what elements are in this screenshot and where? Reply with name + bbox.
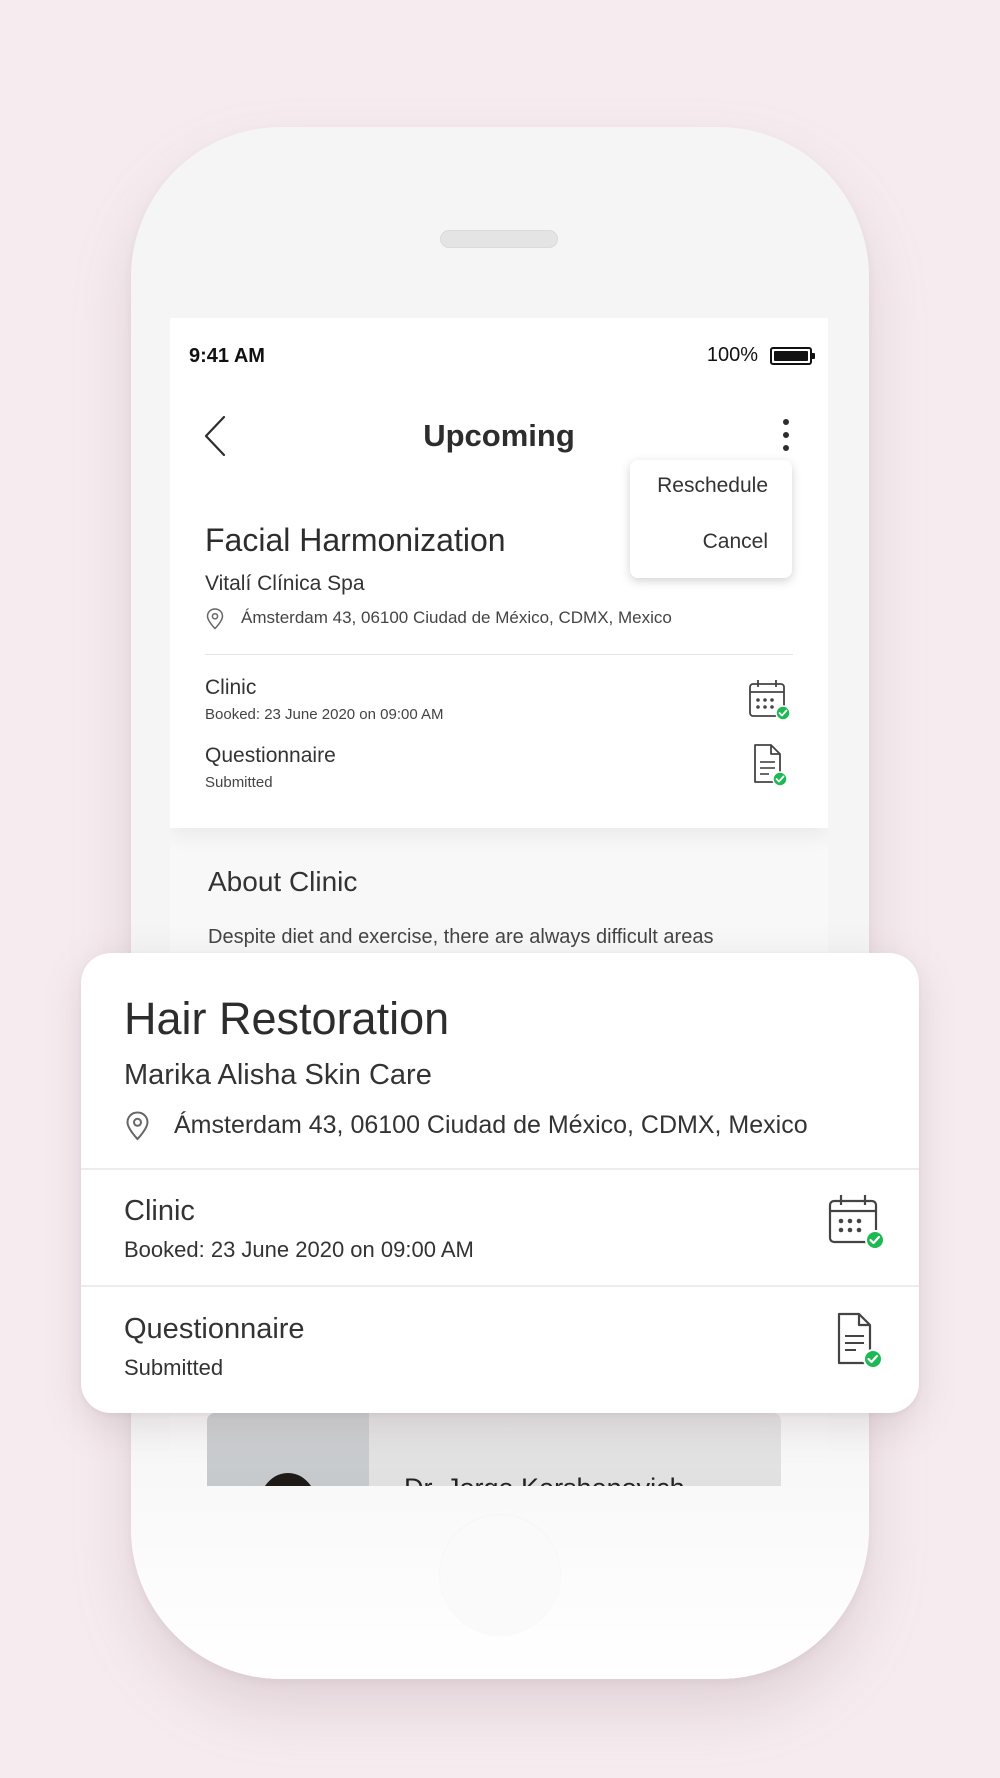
questionnaire-row-status: Submitted [205, 774, 273, 791]
home-button[interactable] [440, 1515, 560, 1635]
doctor-photo [207, 1413, 369, 1486]
featured-clinic-row-booked: Booked: 23 June 2020 on 09:00 AM [124, 1237, 474, 1262]
clinic-row-label: Clinic [205, 676, 257, 699]
featured-appointment-card[interactable]: Hair Restoration Marika Alisha Skin Care… [81, 953, 919, 1413]
doctor-name: Dr. Jorge Kershenovich [404, 1473, 685, 1486]
status-battery-percent: 100% [706, 344, 758, 366]
status-time: 9:41 AM [189, 345, 265, 367]
featured-title: Hair Restoration [124, 993, 450, 1044]
appointment-clinic: Vitalí Clínica Spa [205, 572, 365, 595]
more-options-icon[interactable] [776, 416, 796, 458]
appointment-address: Ámsterdam 43, 06100 Ciudad de México, CD… [241, 608, 672, 627]
about-clinic-text: Despite diet and exercise, there are alw… [208, 926, 714, 948]
divider [81, 1285, 919, 1287]
location-pin-icon [124, 1111, 151, 1141]
appointment-title: Facial Harmonization [205, 522, 506, 558]
menu-item-reschedule[interactable]: Reschedule [657, 474, 768, 498]
clinic-row-booked: Booked: 23 June 2020 on 09:00 AM [205, 706, 444, 723]
location-pin-icon [205, 608, 225, 630]
featured-questionnaire-row-label: Questionnaire [124, 1313, 305, 1345]
page-title: Upcoming [423, 418, 575, 453]
featured-questionnaire-row-status: Submitted [124, 1355, 224, 1380]
appointment-card: 9:41 AM 100% Upcoming Facial Harmonizati… [170, 318, 828, 828]
menu-item-cancel[interactable]: Cancel [703, 530, 768, 554]
about-clinic-heading: About Clinic [208, 866, 358, 897]
featured-clinic: Marika Alisha Skin Care [124, 1059, 432, 1091]
doctor-card[interactable]: Dr. Jorge Kershenovich [207, 1413, 781, 1486]
options-menu: Reschedule Cancel [630, 460, 792, 578]
calendar-check-icon [827, 1193, 885, 1251]
featured-clinic-row-label: Clinic [124, 1195, 195, 1227]
battery-icon [770, 347, 815, 365]
document-check-icon [747, 742, 793, 788]
divider [81, 1168, 919, 1170]
document-check-icon [827, 1311, 885, 1369]
phone-speaker [440, 230, 558, 248]
divider [205, 654, 793, 655]
questionnaire-row-label: Questionnaire [205, 744, 336, 767]
featured-address: Ámsterdam 43, 06100 Ciudad de México, CD… [174, 1111, 808, 1139]
calendar-check-icon [747, 678, 793, 724]
